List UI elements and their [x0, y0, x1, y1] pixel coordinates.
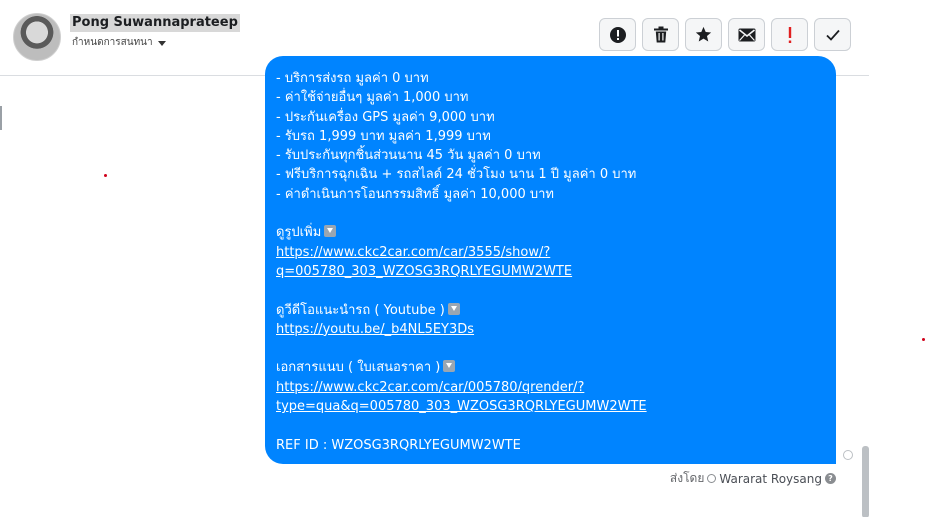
video-link[interactable]: https://youtu.be/_b4NL5EY3Ds: [276, 322, 474, 337]
seen-indicator-icon: [843, 450, 853, 460]
down-arrow-icon: [324, 225, 337, 238]
sent-by: ส่งโดย Wararat Roysang ?: [670, 469, 836, 488]
envelope-icon: [738, 28, 755, 41]
sender-status-icon: [707, 474, 717, 483]
exclamation-icon: [788, 26, 791, 43]
trash-icon: [653, 26, 668, 43]
scrollbar-thumb[interactable]: [862, 446, 869, 517]
message-line: - รับประกันทุกชิ้นส่วนนาน 45 วัน มูลค่า …: [276, 148, 541, 164]
photos-label: ดูรูปเพิ่ม: [276, 225, 322, 241]
down-arrow-icon: [447, 302, 460, 315]
cursor-dot: [104, 174, 107, 177]
sent-by-label: ส่งโดย: [669, 471, 705, 485]
caret-down-icon: [157, 40, 166, 46]
doc-link[interactable]: type=qua&q=005780_303_WZOSG3RQRLYEGUMW2W…: [276, 399, 647, 414]
message-line: - ค่าดำเนินการโอนกรรมสิทธิ์ มูลค่า 10,00…: [276, 186, 554, 202]
contact-name[interactable]: Pong Suwannaprateep: [70, 14, 240, 32]
right-edge: [869, 0, 927, 517]
doc-label: เอกสารแนบ ( ใบเสนอราคา ): [276, 360, 441, 376]
doc-link[interactable]: https://www.ckc2car.com/car/005780/qrend…: [276, 380, 584, 395]
photos-link[interactable]: q=005780_303_WZOSG3RQRLYEGUMW2WTE: [276, 264, 572, 279]
mark-spam-button[interactable]: [599, 18, 636, 51]
message-line: - ค่าใช้จ่ายอื่นๆ มูลค่า 1,000 บาท: [276, 90, 469, 106]
ref-id: REF ID : WZOSG3RQRLYEGUMW2WTE: [276, 437, 521, 453]
video-label: ดูวีดีโอแนะนำรถ ( Youtube ): [276, 302, 445, 318]
avatar[interactable]: [13, 13, 61, 61]
mark-done-button[interactable]: [814, 18, 851, 51]
message-line: - ฟรีบริการฉุกเฉิน + รถสไลด์ 24 ชั่วโมง …: [276, 167, 637, 183]
follow-up-button[interactable]: [771, 18, 808, 51]
delete-button[interactable]: [642, 18, 679, 51]
check-icon: [825, 29, 840, 41]
exclamation-circle-icon: [609, 26, 626, 43]
star-button[interactable]: [685, 18, 722, 51]
photos-label-row: ดูรูปเพิ่ม: [276, 223, 825, 242]
toolbar: [599, 18, 851, 51]
doc-label-row: เอกสารแนบ ( ใบเสนอราคา ): [276, 358, 825, 377]
message-bubble[interactable]: - บริการส่งรถ มูลค่า 0 บาท - ค่าใช้จ่ายอ…: [265, 56, 836, 464]
message-line: - ประกันเครื่อง GPS มูลค่า 9,000 บาท: [276, 109, 495, 125]
conversation-pane[interactable]: - บริการส่งรถ มูลค่า 0 บาท - ค่าใช้จ่ายอ…: [0, 56, 869, 517]
sender-name[interactable]: Wararat Roysang: [719, 472, 822, 486]
conversation-label-text: กำหนดการสนทนา: [72, 37, 153, 48]
down-arrow-icon: [443, 360, 456, 373]
cursor-dot: [922, 338, 925, 341]
conversation-label-dropdown[interactable]: กำหนดการสนทนา: [72, 37, 166, 49]
message-line: - บริการส่งรถ มูลค่า 0 บาท: [276, 71, 429, 86]
message-line: - รับรถ 1,999 บาท มูลค่า 1,999 บาท: [276, 128, 491, 144]
messenger-window: Pong Suwannaprateep กำหนดการสนทนา - บริก…: [0, 0, 869, 517]
star-icon: [695, 26, 712, 42]
help-icon[interactable]: ?: [825, 473, 836, 484]
mark-unread-button[interactable]: [728, 18, 765, 51]
scroll-marker: [0, 106, 2, 130]
video-label-row: ดูวีดีโอแนะนำรถ ( Youtube ): [276, 301, 825, 320]
photos-link[interactable]: https://www.ckc2car.com/car/3555/show/?: [276, 245, 550, 260]
